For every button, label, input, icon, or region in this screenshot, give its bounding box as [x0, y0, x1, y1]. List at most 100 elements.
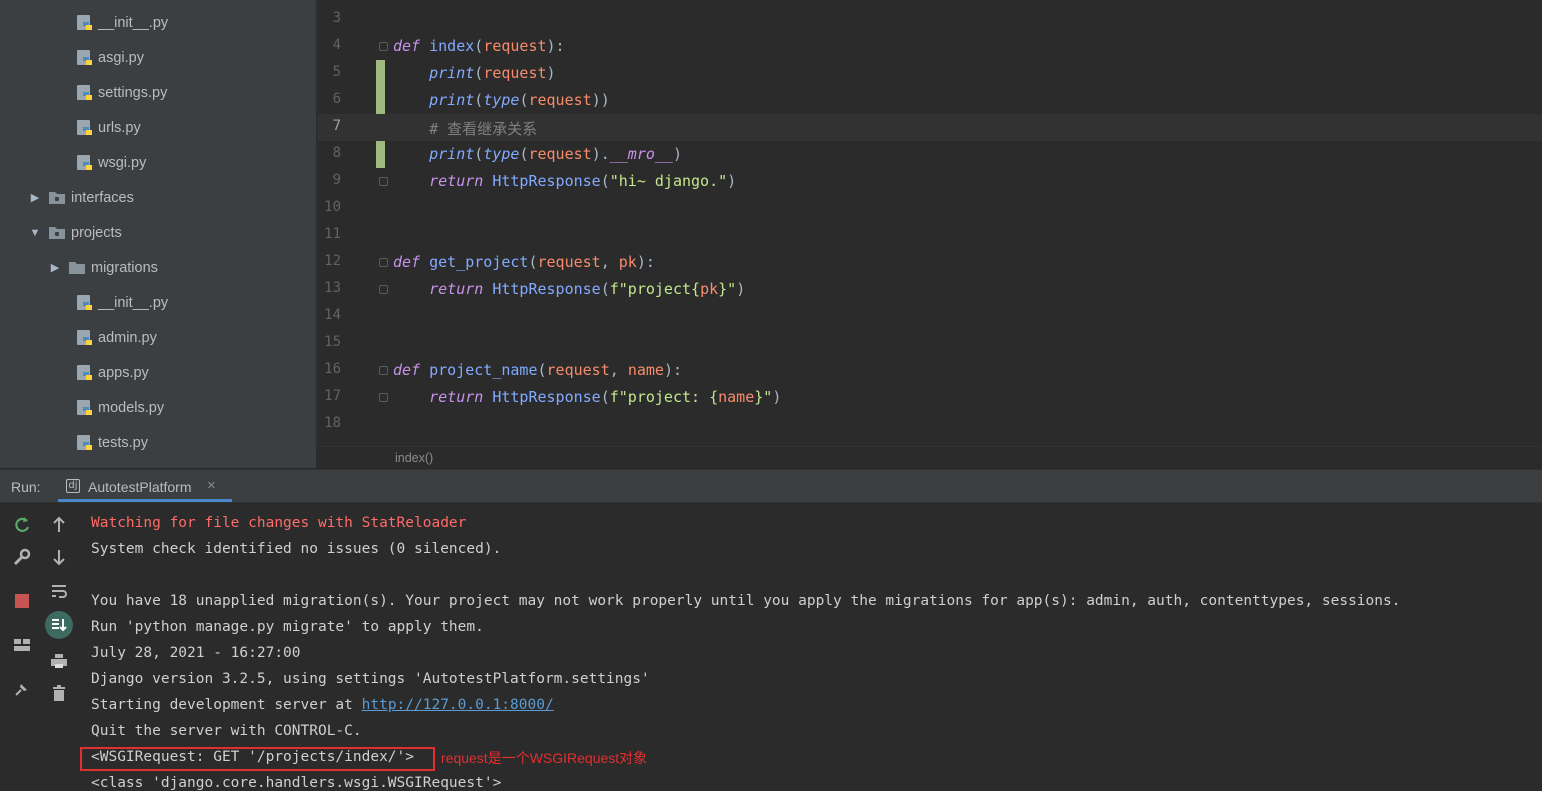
- chevron-right-icon[interactable]: ▶: [48, 261, 62, 274]
- annotation-text: request是一个WSGIRequest对象: [441, 750, 648, 766]
- tree-item-label: models.py: [98, 399, 165, 416]
- code-line: 13 return HttpResponse(f"project{pk}"): [317, 276, 1542, 303]
- tree-item-label: apps.py: [98, 364, 149, 381]
- tree-item-label: migrations: [91, 259, 158, 276]
- console-text: Starting development server at: [91, 697, 362, 713]
- server-url-link[interactable]: http://127.0.0.1:8000/: [362, 697, 554, 713]
- pin-icon[interactable]: [10, 677, 34, 701]
- tree-item-label: interfaces: [71, 189, 134, 206]
- code-text: return HttpResponse("hi~ django."): [429, 172, 737, 190]
- console-line: <class 'django.core.handlers.wsgi.WSGIRe…: [91, 775, 502, 791]
- code-text: def project_name(request, name):: [393, 361, 682, 379]
- fold-marker-icon[interactable]: [379, 42, 388, 51]
- editor-breadcrumb-bar: index(): [317, 446, 1542, 469]
- console-line: July 28, 2021 - 16:27:00: [91, 645, 301, 661]
- code-line: 9 return HttpResponse("hi~ django."): [317, 168, 1542, 195]
- code-line: 18: [317, 411, 1542, 438]
- python-file-icon: [76, 399, 94, 417]
- tree-item-init-py[interactable]: __init__.py: [76, 5, 168, 40]
- code-line: 15: [317, 330, 1542, 357]
- line-number: 12: [324, 253, 341, 269]
- run-label: Run:: [11, 479, 41, 495]
- code-editor[interactable]: 3 4 def index(request): 5 print(request)…: [317, 0, 1542, 446]
- code-line: 16 def project_name(request, name):: [317, 357, 1542, 384]
- layout-icon[interactable]: [10, 633, 34, 657]
- code-line: 17 return HttpResponse(f"project: {name}…: [317, 384, 1542, 411]
- line-number: 18: [324, 415, 341, 431]
- code-line: 14: [317, 303, 1542, 330]
- soft-wrap-icon[interactable]: [47, 579, 71, 603]
- arrow-down-icon[interactable]: [47, 545, 71, 569]
- run-tool-window-header: Run: dj AutotestPlatform ×: [0, 469, 1542, 503]
- python-file-icon: [76, 14, 94, 32]
- run-toolbar-left: [0, 503, 44, 785]
- code-line: 6 print(type(request)): [317, 87, 1542, 114]
- fold-marker-icon[interactable]: [379, 366, 388, 375]
- chevron-right-icon[interactable]: ▶: [28, 191, 42, 204]
- line-number: 7: [332, 118, 341, 134]
- line-number: 10: [324, 199, 341, 215]
- console-line: Watching for file changes with StatReloa…: [91, 515, 467, 531]
- print-icon[interactable]: [47, 649, 71, 673]
- tree-item-urls-py[interactable]: urls.py: [76, 110, 141, 145]
- close-icon[interactable]: ×: [207, 477, 216, 494]
- tree-folder-migrations[interactable]: ▶ migrations: [48, 250, 158, 285]
- fold-end-icon[interactable]: [379, 393, 388, 402]
- run-toolbar-right: [44, 503, 78, 785]
- line-number: 17: [324, 388, 341, 404]
- trash-icon[interactable]: [47, 681, 71, 705]
- run-tab-autotestplatform[interactable]: dj AutotestPlatform ×: [58, 470, 232, 502]
- tree-item-label: admin.py: [98, 329, 157, 346]
- line-number: 4: [332, 37, 341, 53]
- scroll-to-end-icon[interactable]: [45, 611, 73, 639]
- arrow-up-icon[interactable]: [47, 513, 71, 537]
- django-icon: dj: [66, 479, 80, 493]
- code-text: print(type(request)): [429, 91, 610, 109]
- annotation-highlight-box: [80, 747, 435, 771]
- code-line: 11: [317, 222, 1542, 249]
- line-number: 11: [324, 226, 341, 242]
- python-file-icon: [76, 49, 94, 67]
- fold-marker-icon[interactable]: [379, 258, 388, 267]
- code-line: 3: [317, 6, 1542, 33]
- tree-folder-projects[interactable]: ▼ projects: [28, 215, 122, 250]
- code-text: # 查看继承关系: [429, 120, 538, 138]
- code-text: return HttpResponse(f"project{pk}"): [429, 280, 746, 298]
- tree-item-models-py[interactable]: models.py: [76, 390, 164, 425]
- tree-item-asgi-py[interactable]: asgi.py: [76, 40, 144, 75]
- fold-end-icon[interactable]: [379, 177, 388, 186]
- code-line: 4 def index(request):: [317, 33, 1542, 60]
- code-text: print(type(request).__mro__): [429, 145, 682, 163]
- console-line: System check identified no issues (0 sil…: [91, 541, 502, 557]
- code-line: 10: [317, 195, 1542, 222]
- chevron-down-icon[interactable]: ▼: [28, 227, 42, 239]
- tree-item-apps-py[interactable]: apps.py: [76, 355, 149, 390]
- line-number: 14: [324, 307, 341, 323]
- tree-item-label: __init__.py: [98, 14, 169, 31]
- python-file-icon: [76, 434, 94, 452]
- fold-end-icon[interactable]: [379, 285, 388, 294]
- code-text: def index(request):: [393, 37, 565, 55]
- tree-item-init-py[interactable]: __init__.py: [76, 285, 168, 320]
- stop-icon[interactable]: [10, 589, 34, 613]
- tree-folder-interfaces[interactable]: ▶ interfaces: [28, 180, 134, 215]
- folder-icon: [68, 260, 86, 275]
- line-number: 8: [332, 145, 341, 161]
- wrench-icon[interactable]: [10, 545, 34, 569]
- code-line-current: 7 # 查看继承关系: [317, 114, 1542, 141]
- tree-item-label: tests.py: [98, 434, 148, 451]
- line-number: 16: [324, 361, 341, 377]
- tree-item-wsgi-py[interactable]: wsgi.py: [76, 145, 146, 180]
- console-line: Starting development server at http://12…: [91, 697, 554, 713]
- breadcrumb[interactable]: index(): [395, 451, 433, 465]
- rerun-icon[interactable]: [10, 513, 34, 537]
- console-line: Run 'python manage.py migrate' to apply …: [91, 619, 484, 635]
- tree-item-admin-py[interactable]: admin.py: [76, 320, 157, 355]
- tree-item-label: projects: [71, 224, 122, 241]
- tree-item-settings-py[interactable]: settings.py: [76, 75, 167, 110]
- code-text: return HttpResponse(f"project: {name}"): [429, 388, 782, 406]
- folder-icon: [48, 190, 66, 205]
- tree-item-label: __init__.py: [98, 294, 169, 311]
- tree-item-tests-py[interactable]: tests.py: [76, 425, 148, 460]
- code-line: 12 def get_project(request, pk):: [317, 249, 1542, 276]
